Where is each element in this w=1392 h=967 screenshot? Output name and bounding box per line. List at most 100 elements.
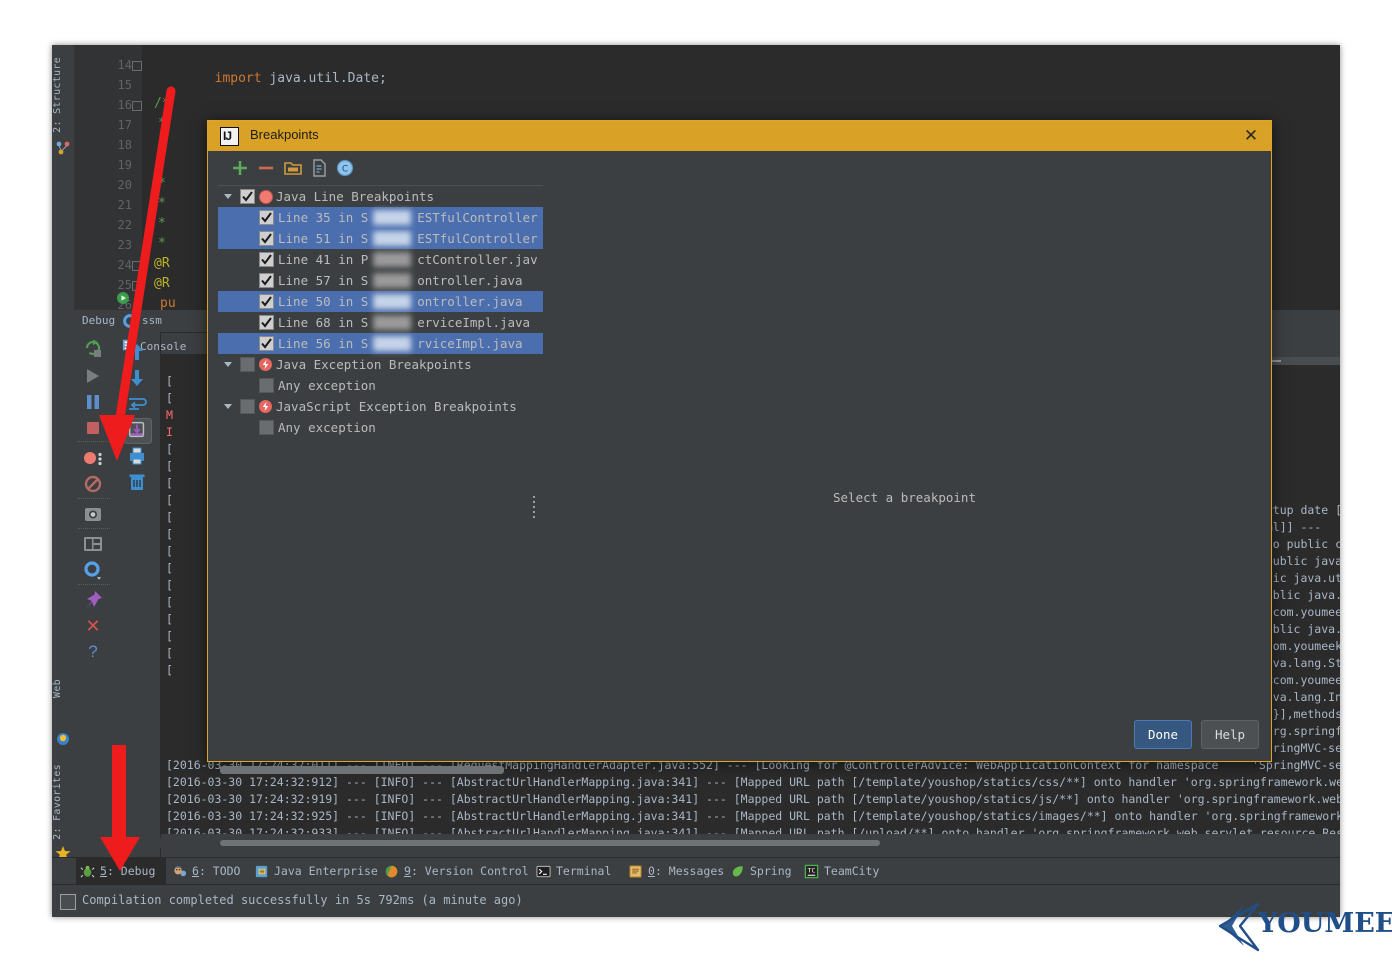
sidebar-item-java-enterprise-label: Java Enterprise [274,858,378,885]
sidebar-item-version-control[interactable]: 9: Version Control [380,858,526,885]
debug-actions-toolbar: ✕ ? [74,332,118,857]
breakpoints-tree-hscrollbar[interactable] [220,766,540,774]
stop-program-icon[interactable] [80,416,106,440]
editor-gutter[interactable]: 14 15 16 17 18 19 20 21 22 23 24 25 26 [74,45,142,310]
layout-settings-icon[interactable] [80,532,106,556]
breakpoint-checkbox[interactable] [259,315,274,330]
masked-filename: █████ [373,273,411,288]
sidebar-item-todo-label: 6: TODO [192,858,240,885]
group-checkbox[interactable] [240,357,255,372]
sidebar-item-terminal[interactable]: Terminal [532,858,620,885]
help-button[interactable]: Help [1201,720,1259,749]
resume-program-icon[interactable] [80,364,106,388]
chevron-down-icon[interactable] [224,362,232,367]
breakpoint-group-row[interactable]: JavaScript Exception Breakpoints [218,396,543,417]
sidebar-item-todo[interactable]: 6: TODO [168,858,246,885]
java-enterprise-icon [254,864,269,879]
settings-gear-icon[interactable] [80,558,106,582]
breakpoint-row[interactable]: Line 35 in S█████ESTfulController [218,207,543,228]
sidebar-item-teamcity[interactable]: TC TeamCity [802,858,890,885]
print-icon[interactable] [124,444,150,468]
fold-marker[interactable] [132,261,142,271]
fold-marker[interactable] [132,281,142,291]
debug-window-title: Debug [82,314,115,327]
gear-icon[interactable] [122,313,138,329]
rerun-icon[interactable] [80,336,106,360]
group-folder-icon[interactable] [283,158,303,178]
sidebar-item-messages[interactable]: 0: Messages [624,858,728,885]
breakpoint-checkbox[interactable] [259,273,274,288]
breakpoint-file-label: ctController.jav [417,252,537,267]
console-log-line: I [166,425,173,439]
group-checkbox[interactable] [240,399,255,414]
close-icon[interactable]: ✕ [1241,126,1261,146]
breakpoint-checkbox[interactable] [259,336,274,351]
help-icon[interactable]: ? [80,640,106,664]
breakpoint-label: Line 41 in P [278,252,368,267]
remove-icon[interactable] [256,158,276,178]
breakpoint-checkbox[interactable] [259,231,274,246]
chevron-down-icon[interactable] [224,194,232,199]
console-hscrollbar[interactable] [160,838,1340,848]
fold-marker[interactable] [132,101,142,111]
file-icon[interactable] [309,158,329,178]
console-log-line: [ [166,374,173,388]
tab-console-label: Console [140,340,186,353]
console-log-line: [ [166,493,173,507]
sidebar-item-spring[interactable]: Spring [728,858,802,885]
breakpoint-row[interactable]: Line 57 in S█████ontroller.java [218,270,543,291]
breakpoint-row[interactable]: Line 41 in P█████ctController.jav [218,249,543,270]
breakpoint-file-label: erviceImpl.java [417,315,530,330]
close-icon[interactable]: ✕ [80,614,106,638]
done-button[interactable]: Done [1134,720,1192,749]
status-indicator-icon [60,894,76,910]
breakpoint-dot-icon [259,190,273,204]
scroll-to-end-button[interactable] [124,418,152,444]
chevron-down-icon[interactable] [224,404,232,409]
masked-filename: █████ [373,315,411,330]
add-icon[interactable] [230,158,250,178]
breakpoint-checkbox[interactable] [259,378,274,393]
breakpoint-row[interactable]: Line 56 in S█████rviceImpl.java [218,333,543,354]
sidebar-item-java-enterprise[interactable]: Java Enterprise [250,858,374,885]
breakpoint-checkbox[interactable] [259,252,274,267]
breakpoint-checkbox[interactable] [259,420,274,435]
sidebar-item-debug[interactable]: 5: Debug [76,858,166,885]
code-comment-star: * [158,116,166,131]
breakpoints-dialog[interactable]: IJ Breakpoints ✕ [207,120,1272,762]
view-breakpoints-icon[interactable] [80,446,106,470]
breakpoint-group-label: JavaScript Exception Breakpoints [276,399,517,414]
fold-marker[interactable] [132,61,142,71]
pin-icon[interactable] [80,588,106,612]
vertical-tab-favorites[interactable]: 2: Favorites [52,760,74,844]
breakpoint-row[interactable]: Line 68 in S█████erviceImpl.java [218,312,543,333]
splitter-handle[interactable] [533,496,537,518]
dialog-title-bar[interactable]: IJ Breakpoints ✕ [208,121,1271,151]
scrollbar-thumb[interactable] [220,766,504,774]
breakpoint-checkbox[interactable] [259,210,274,225]
breakpoint-row[interactable]: Line 50 in S█████ontroller.java [218,291,543,312]
pause-program-icon[interactable] [80,390,106,414]
snapshot-camera-icon[interactable] [80,502,106,526]
breakpoint-row[interactable]: Line 51 in S█████ESTfulController [218,228,543,249]
breakpoint-file-label: ontroller.java [417,273,522,288]
breakpoint-checkbox[interactable] [259,294,274,309]
breakpoint-group-row[interactable]: Java Line Breakpoints [218,186,543,207]
breakpoint-group-row[interactable]: Java Exception Breakpoints [218,354,543,375]
breakpoints-tree[interactable]: Java Line BreakpointsLine 35 in S█████ES… [218,185,543,756]
breakpoint-label: Any exception [278,420,376,435]
console-log-line: [2016-03-30 17:24:32:933] --- [INFO] ---… [166,826,1340,834]
breakpoint-row[interactable]: Any exception [218,375,543,396]
run-method-gutter-icon[interactable] [116,291,130,305]
group-checkbox[interactable] [240,189,255,204]
ide-window: 2: Structure Web 2: Favorites 14 15 16 1… [52,45,1340,917]
dependent-breakpoint-icon[interactable]: C [335,158,355,178]
vertical-tab-web[interactable]: Web [52,675,74,702]
breakpoint-row[interactable]: Any exception [218,417,543,438]
down-arrow-icon[interactable] [124,366,150,390]
mute-breakpoints-icon[interactable] [80,472,106,496]
vertical-tab-structure[interactable]: 2: Structure [52,53,74,137]
soft-wrap-icon[interactable] [124,392,150,416]
trash-icon[interactable] [124,470,150,494]
breakpoint-file-label: rviceImpl.java [417,336,522,351]
